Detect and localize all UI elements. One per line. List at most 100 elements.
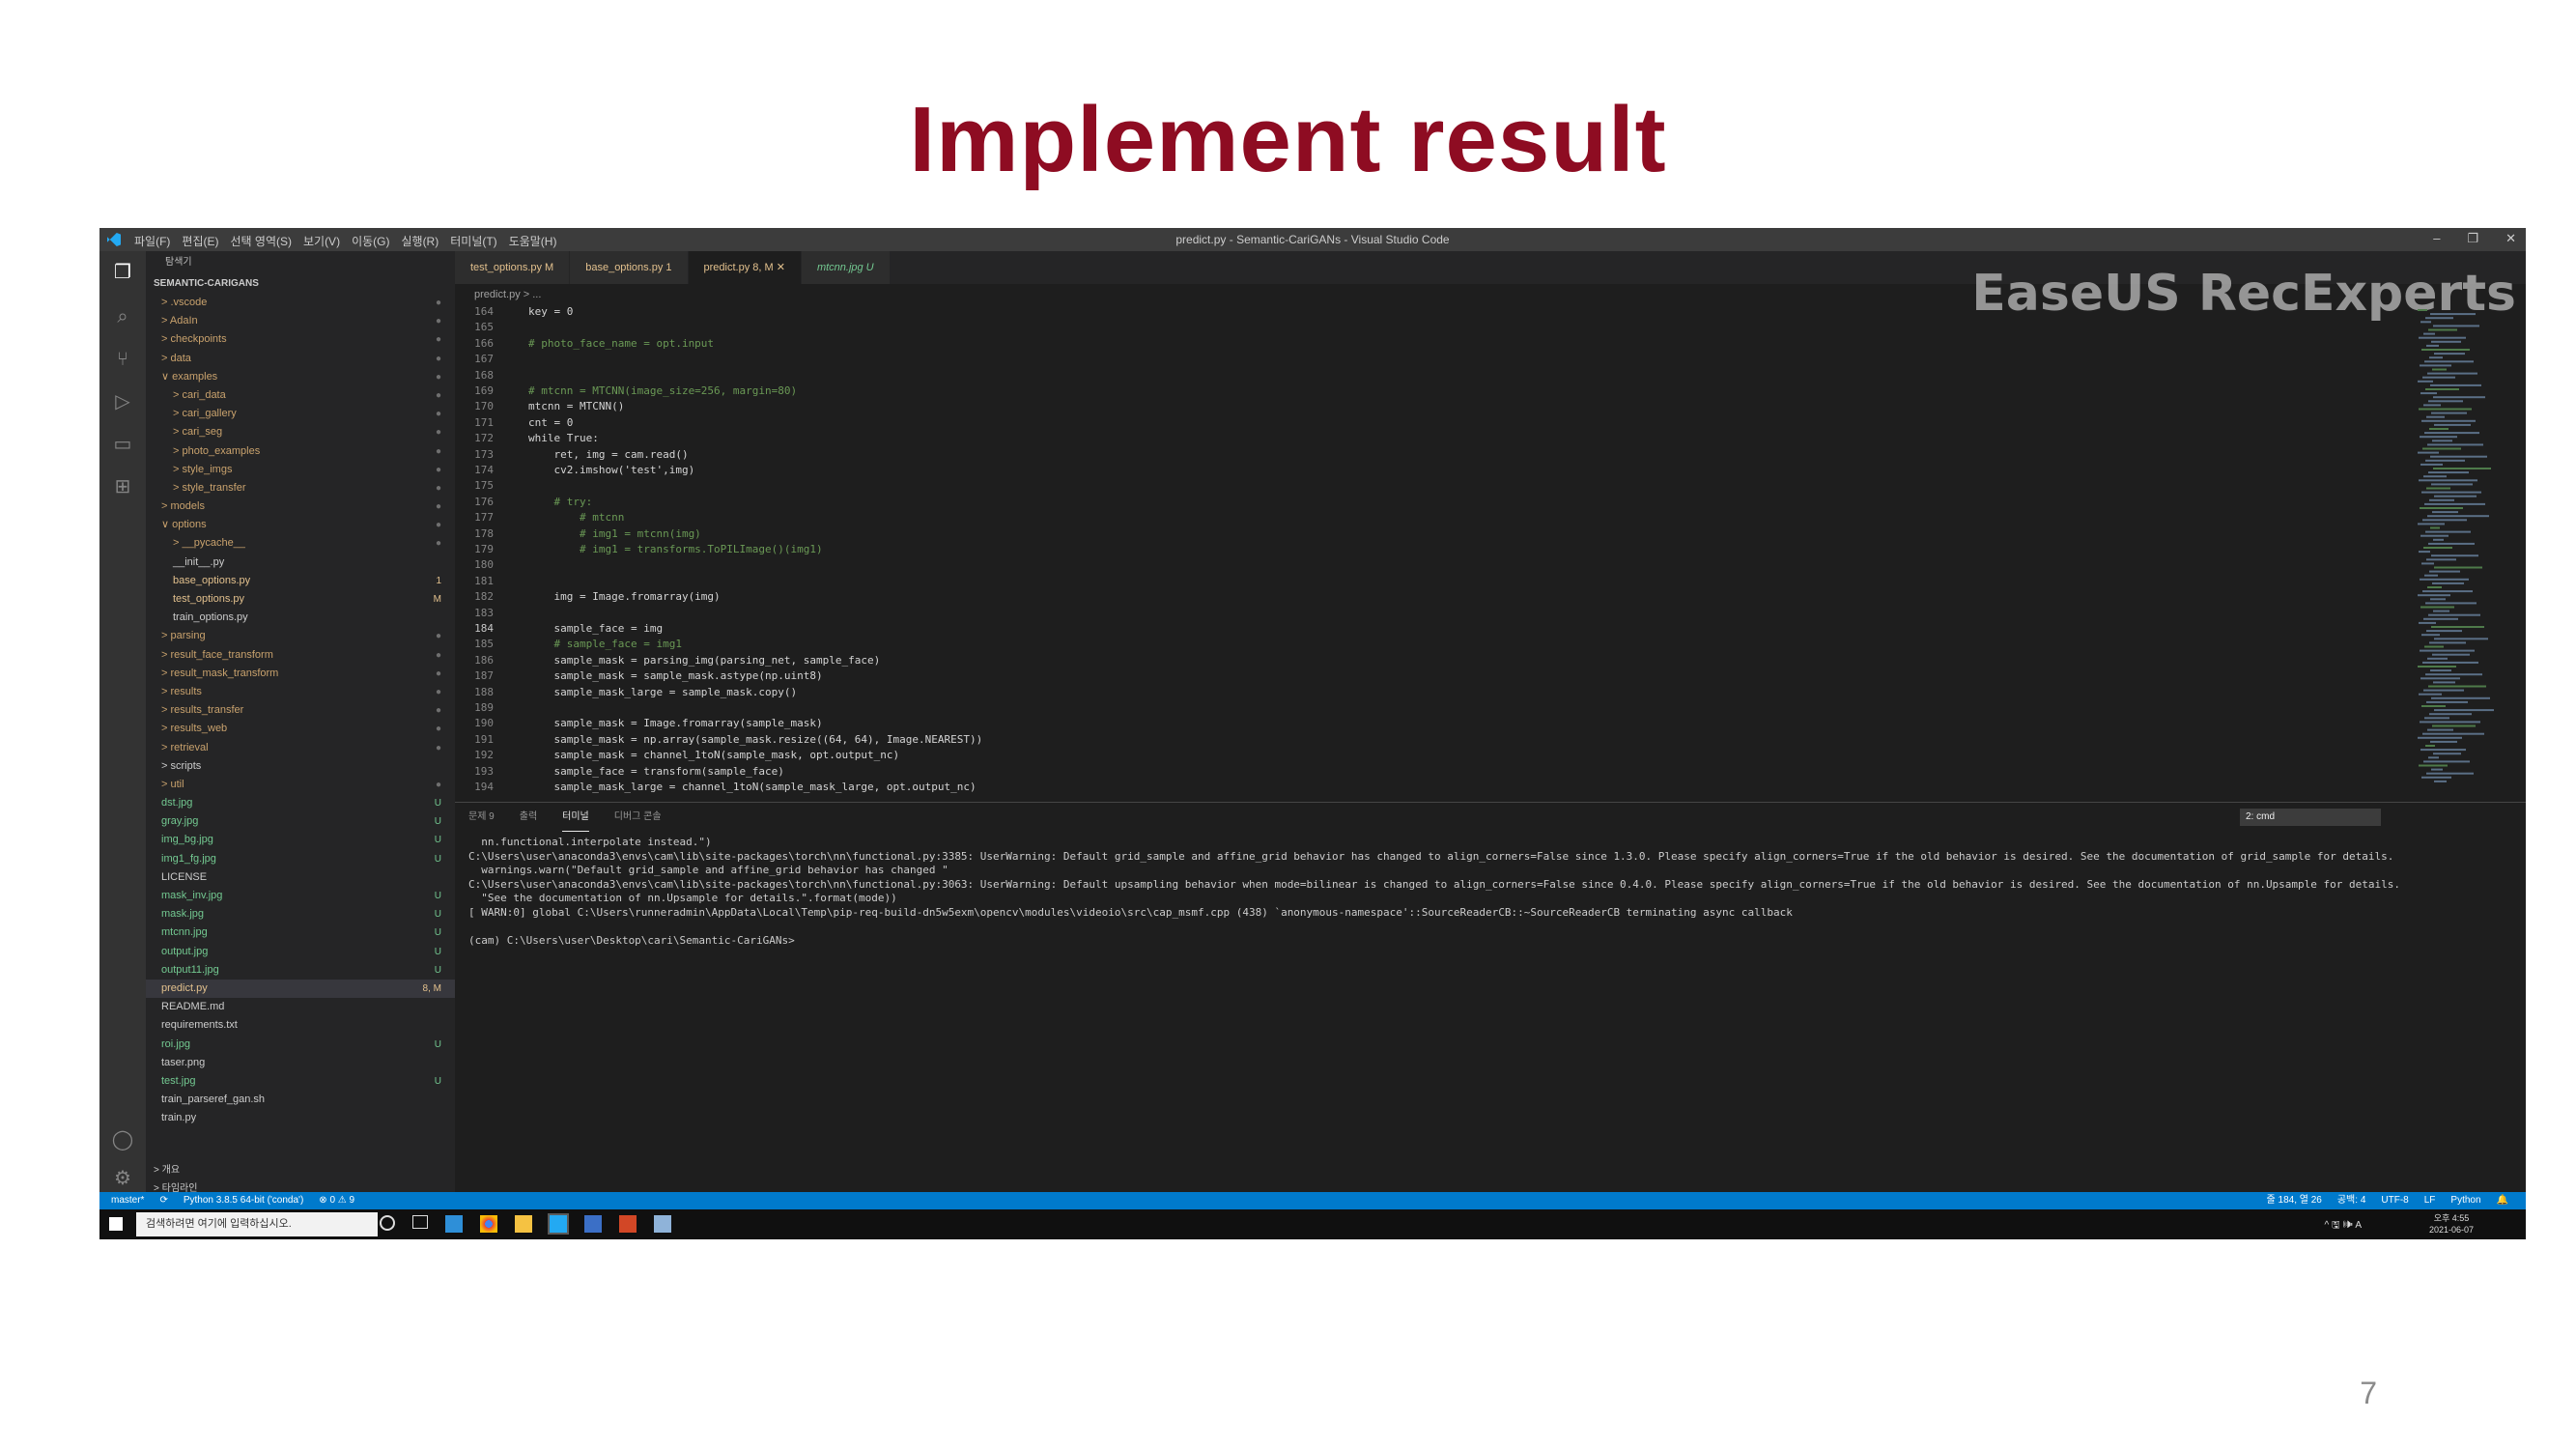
terminal-select[interactable]: 2: cmd	[2240, 809, 2381, 826]
code-line[interactable]: # try:	[528, 496, 592, 508]
code-line[interactable]: # img1 = transforms.ToPILImage()(img1)	[528, 543, 823, 555]
tree-item[interactable]: ∨ options ●	[146, 516, 455, 534]
code-line[interactable]: sample_mask = parsing_img(parsing_net, s…	[528, 654, 880, 667]
app-icon[interactable]	[654, 1215, 671, 1233]
code-line[interactable]: key = 0	[528, 305, 573, 318]
tree-item[interactable]: predict.py 8, M	[146, 979, 455, 999]
tab-terminal[interactable]: 터미널	[562, 803, 589, 832]
code-line[interactable]: sample_mask = np.array(sample_mask.resiz…	[528, 733, 982, 746]
cortana-icon[interactable]	[380, 1215, 395, 1231]
settings-gear-icon[interactable]: ⚙	[111, 1167, 134, 1190]
restore-button[interactable]: ❐	[2467, 231, 2478, 246]
powerpoint-icon[interactable]	[619, 1215, 637, 1233]
problems-count[interactable]: ⊗ 0 ⚠ 9	[319, 1192, 354, 1209]
tree-item[interactable]: > .vscode ●	[146, 294, 455, 312]
tree-item[interactable]: img_bg.jpg U	[146, 831, 455, 849]
file-explorer-icon[interactable]	[515, 1215, 532, 1233]
tree-item[interactable]: > style_transfer ●	[146, 479, 455, 497]
tree-item[interactable]: test.jpg U	[146, 1072, 455, 1091]
tree-item[interactable]: output11.jpg U	[146, 961, 455, 980]
code-line[interactable]: ret, img = cam.read()	[528, 448, 688, 461]
tree-item[interactable]: README.md	[146, 998, 455, 1016]
tab-debug-console[interactable]: 디버그 콘솔	[614, 803, 662, 832]
tab-output[interactable]: 출력	[520, 803, 537, 832]
tree-item[interactable]: dst.jpg U	[146, 794, 455, 812]
git-branch[interactable]: master*	[111, 1192, 144, 1209]
encoding[interactable]: UTF-8	[2381, 1192, 2408, 1209]
clock[interactable]: 오후 4:55 2021-06-07	[2429, 1212, 2474, 1236]
code-line[interactable]: sample_face = img	[528, 622, 663, 635]
tree-item[interactable]: train.py	[146, 1109, 455, 1127]
code-line[interactable]: sample_mask = channel_1toN(sample_mask, …	[528, 749, 899, 761]
tree-item[interactable]: > photo_examples ●	[146, 442, 455, 461]
tree-item[interactable]: ∨ examples ●	[146, 368, 455, 386]
tree-item[interactable]: output.jpg U	[146, 943, 455, 961]
code-line[interactable]: # mtcnn = MTCNN(image_size=256, margin=8…	[528, 384, 797, 397]
code-line[interactable]: img = Image.fromarray(img)	[528, 590, 720, 603]
vscode-taskbar-icon[interactable]	[548, 1213, 569, 1235]
language-mode[interactable]: Python	[2450, 1192, 2480, 1209]
tree-item[interactable]: > cari_data ●	[146, 386, 455, 405]
notifications-icon[interactable]: 🔔	[2497, 1192, 2508, 1209]
minimize-button[interactable]: –	[2433, 231, 2440, 246]
chrome-icon[interactable]	[480, 1215, 497, 1233]
explorer-icon[interactable]: ❐	[111, 261, 134, 284]
tree-item[interactable]: base_options.py 1	[146, 572, 455, 590]
outline-section[interactable]: > 개요	[146, 1161, 455, 1179]
code-line[interactable]: cnt = 0	[528, 416, 573, 429]
code-line[interactable]: cv2.imshow('test',img)	[528, 464, 694, 476]
tree-item[interactable]: mask.jpg U	[146, 905, 455, 923]
tree-item[interactable]: > AdaIn ●	[146, 312, 455, 330]
tree-item[interactable]: > checkpoints ●	[146, 330, 455, 349]
system-tray[interactable]: ^ 🖫 🕪 A	[2325, 1218, 2362, 1235]
tree-item[interactable]: gray.jpg U	[146, 812, 455, 831]
code-editor[interactable]: 164 key = 0 165 166 # photo_face_name = opt.…	[455, 305, 2387, 798]
windows-start-icon[interactable]	[109, 1217, 123, 1231]
tab-problems[interactable]: 문제 9	[468, 803, 495, 832]
remote-explorer-icon[interactable]: ▭	[111, 433, 134, 456]
tree-item[interactable]: train_options.py	[146, 609, 455, 627]
tree-item[interactable]: > results_web ●	[146, 720, 455, 738]
code-line[interactable]: sample_mask_large = sample_mask.copy()	[528, 686, 797, 698]
code-line[interactable]: # photo_face_name = opt.input	[528, 337, 714, 350]
tree-item[interactable]: requirements.txt	[146, 1016, 455, 1035]
indentation[interactable]: 공백: 4	[2337, 1192, 2366, 1209]
tree-item[interactable]: mask_inv.jpg U	[146, 887, 455, 905]
tree-item[interactable]: > __pycache__ ●	[146, 534, 455, 553]
project-title[interactable]: SEMANTIC-CARIGANS	[146, 274, 455, 294]
tab-base-options[interactable]: base_options.py 1	[570, 251, 689, 284]
tree-item[interactable]: > models ●	[146, 497, 455, 516]
close-button[interactable]: ✕	[2505, 231, 2516, 246]
cursor-position[interactable]: 줄 184, 열 26	[2267, 1192, 2322, 1209]
code-line[interactable]: sample_mask = Image.fromarray(sample_mas…	[528, 717, 822, 729]
tree-item[interactable]: > data ●	[146, 350, 455, 368]
line-ending[interactable]: LF	[2424, 1192, 2436, 1209]
code-line[interactable]: sample_mask_large = channel_1toN(sample_…	[528, 781, 976, 793]
tree-item[interactable]: taser.png	[146, 1054, 455, 1072]
tree-item[interactable]: > result_face_transform ●	[146, 646, 455, 665]
code-line[interactable]: mtcnn = MTCNN()	[528, 400, 624, 412]
task-view-icon[interactable]	[412, 1215, 428, 1229]
tree-item[interactable]: > scripts	[146, 757, 455, 776]
tree-item[interactable]: roi.jpg U	[146, 1036, 455, 1054]
tree-item[interactable]: LICENSE	[146, 868, 455, 887]
tree-item[interactable]: > results_transfer ●	[146, 701, 455, 720]
tab-test-options[interactable]: test_options.py M	[455, 251, 571, 284]
tree-item[interactable]: > util ●	[146, 776, 455, 794]
tree-item[interactable]: > style_imgs ●	[146, 461, 455, 479]
tree-item[interactable]: > cari_gallery ●	[146, 405, 455, 423]
search-icon[interactable]: ⌕	[111, 305, 134, 328]
sync-icon[interactable]: ⟳	[159, 1192, 167, 1209]
account-icon[interactable]: ◯	[111, 1128, 134, 1151]
tab-mtcnn-jpg[interactable]: mtcnn.jpg U	[801, 251, 891, 284]
tree-item[interactable]: > result_mask_transform ●	[146, 665, 455, 683]
code-line[interactable]: while True:	[528, 432, 599, 444]
source-control-icon[interactable]: ⑂	[111, 348, 134, 371]
tree-item[interactable]: mtcnn.jpg U	[146, 923, 455, 942]
tree-item[interactable]: __init__.py	[146, 554, 455, 572]
taskbar-search[interactable]: 검색하려면 여기에 입력하십시오.	[136, 1212, 378, 1236]
run-debug-icon[interactable]: ▷	[111, 390, 134, 413]
terminal-output[interactable]: nn.functional.interpolate instead.") C:\U…	[468, 836, 2400, 949]
tree-item[interactable]: > retrieval ●	[146, 739, 455, 757]
code-line[interactable]: sample_mask = sample_mask.astype(np.uint…	[528, 669, 822, 682]
